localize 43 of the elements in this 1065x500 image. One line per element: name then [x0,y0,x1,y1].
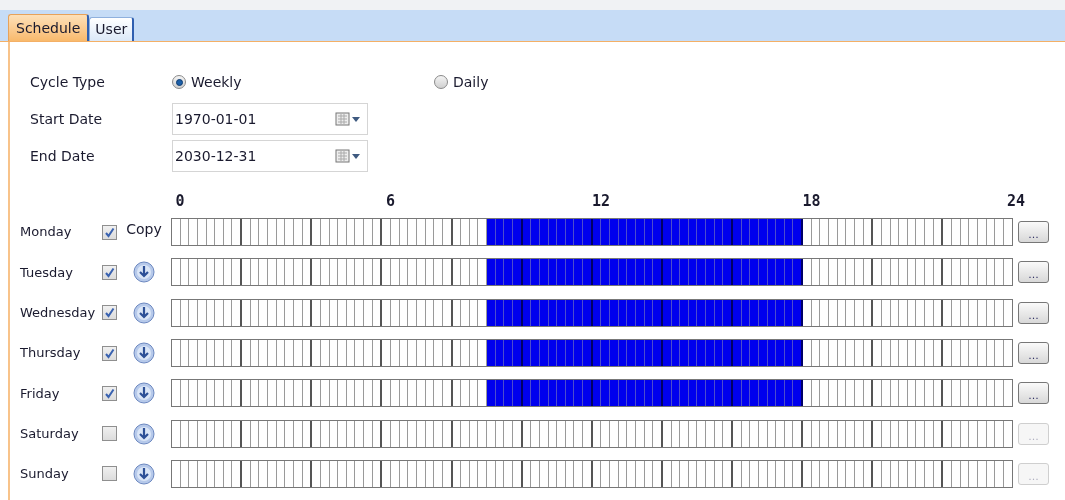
more-button[interactable]: ... [1018,301,1049,324]
checkbox[interactable] [102,345,117,361]
more-button: ... [1018,422,1049,445]
radio-option[interactable]: Weekly [172,71,434,93]
field-label: End Date [30,146,96,166]
day-label: Saturday [19,424,80,443]
time-bar[interactable] [171,339,1013,368]
more-button[interactable]: ... [1018,342,1049,365]
day-label: Thursday [19,344,82,363]
day-label: Sunday [19,465,70,484]
time-bar[interactable] [171,298,1013,327]
more-button[interactable]: ... [1018,221,1049,244]
checkbox[interactable] [102,305,117,321]
day-label: Monday [19,223,73,242]
axis-tick-label: 18 [802,192,821,210]
axis-tick-label: 0 [175,192,185,210]
checkbox[interactable] [102,224,117,240]
axis-tick-label: 24 [1006,192,1026,210]
field-label: Cycle Type [30,72,106,92]
axis-tick-label: 6 [386,192,395,210]
time-bar[interactable] [171,218,1013,247]
axis-tick-label: 12 [591,192,611,210]
tab[interactable]: Schedule [8,14,90,41]
field-label: Start Date [30,109,104,129]
date-field[interactable]: 2030-12-31 [172,140,368,172]
time-bar[interactable] [171,459,1013,488]
tab[interactable]: User [89,17,135,41]
calendar-dropdown-icon[interactable] [335,149,361,163]
time-bar[interactable] [171,419,1013,448]
checkbox[interactable] [102,264,117,280]
date-field[interactable]: 1970-01-01 [172,103,368,135]
more-button[interactable]: ... [1018,382,1049,405]
time-bar[interactable] [171,379,1013,408]
copy-label: Copy [126,219,162,239]
day-label: Wednesday [19,304,97,322]
day-label: Friday [19,384,61,403]
day-label: Tuesday [19,263,74,282]
more-button[interactable]: ... [1018,261,1049,284]
more-button: ... [1018,462,1049,485]
checkbox[interactable] [102,385,117,401]
time-bar[interactable] [171,258,1013,287]
calendar-dropdown-icon[interactable] [335,112,361,126]
radio-option[interactable]: Daily [434,71,489,93]
